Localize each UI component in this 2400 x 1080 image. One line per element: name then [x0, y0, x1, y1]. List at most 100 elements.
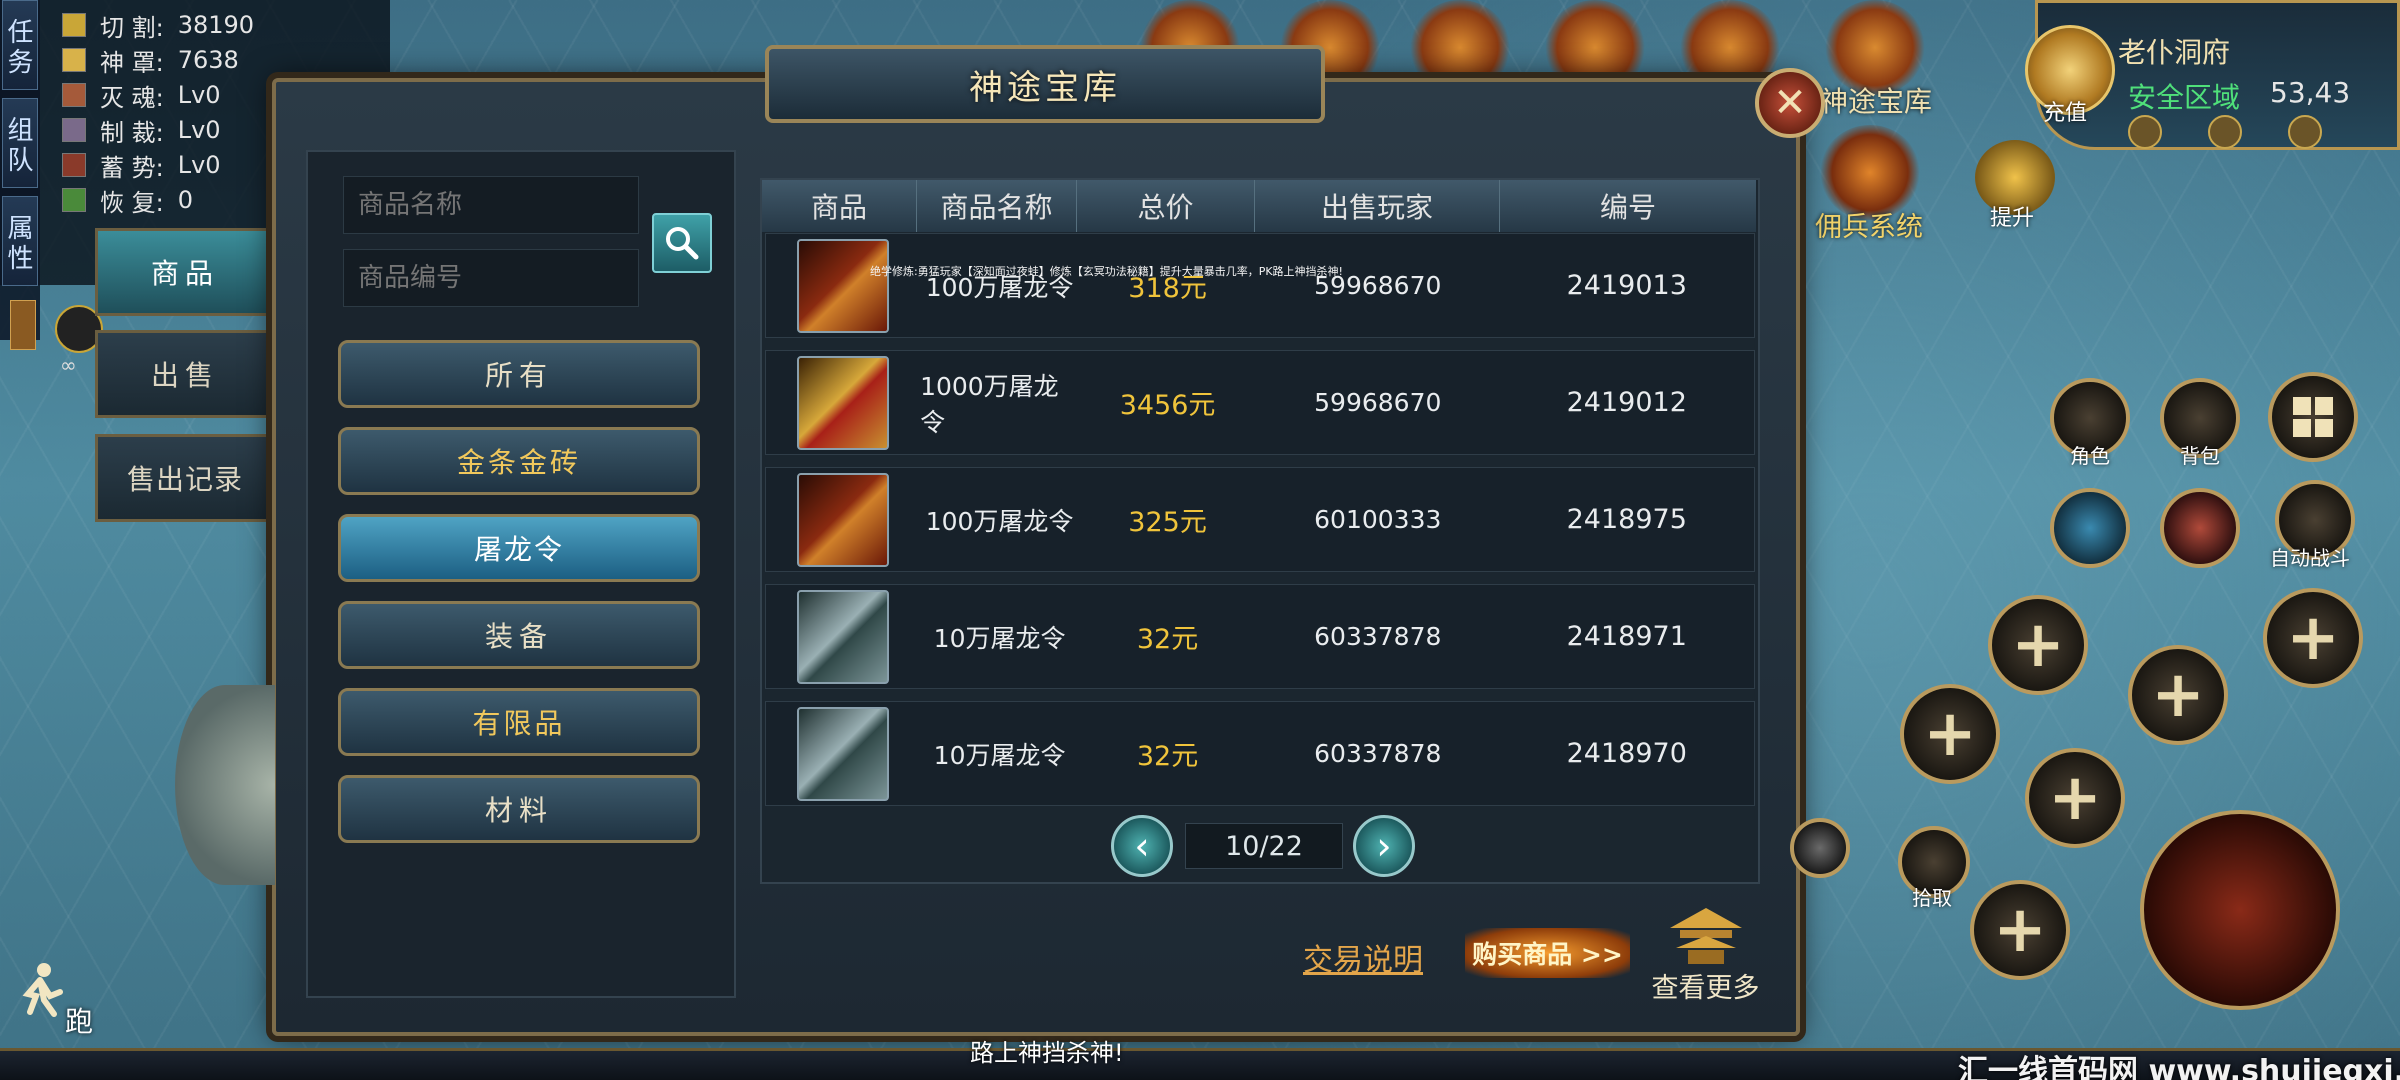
category-gold-bars[interactable]: 金条金砖 [338, 427, 700, 495]
stat-icon [62, 13, 86, 37]
table-row[interactable]: 10万屠龙令 32元 60337878 2418971 [765, 584, 1755, 689]
table-row[interactable]: 10万屠龙令 32元 60337878 2418970 [765, 701, 1755, 806]
search-button[interactable] [652, 213, 712, 273]
view-more-label: 查看更多 [1651, 973, 1760, 1004]
tab-sell[interactable]: 出售 [95, 330, 275, 418]
joystick-base[interactable] [175, 685, 275, 885]
stat-icon [62, 118, 86, 142]
page-indicator: 10/22 [1185, 823, 1343, 869]
listing-id: 2418970 [1566, 738, 1687, 769]
stat-row: 灭 魂: Lv0 [62, 78, 221, 112]
gold-dragon-token-icon [797, 355, 890, 450]
skill-slot[interactable] [2160, 488, 2240, 568]
silver-dragon-token-icon [797, 706, 890, 801]
item-price: 3456元 [1119, 390, 1216, 421]
pickup-label: 拾取 [1912, 886, 1952, 910]
trade-info-link[interactable]: 交易说明 [1303, 935, 1423, 979]
table-row[interactable]: 100万屠龙令 325元 60100333 2418975 [765, 467, 1755, 572]
item-price: 32元 [1136, 741, 1199, 772]
empty-skill-slot[interactable]: + [2128, 645, 2228, 745]
category-all[interactable]: 所有 [338, 340, 700, 408]
column-header: 出售玩家 [1255, 180, 1500, 232]
item-price: 318元 [1128, 273, 1207, 304]
buy-item-button[interactable]: 购买商品 >> [1465, 928, 1630, 978]
menu-grid-button[interactable] [2268, 372, 2358, 462]
medal-icon[interactable] [2128, 115, 2162, 149]
item-name-input[interactable] [343, 176, 639, 234]
empty-skill-slot[interactable]: + [1900, 684, 2000, 784]
skill-slot[interactable] [2050, 488, 2130, 568]
collapse-arrow-icon[interactable] [10, 300, 36, 350]
table-row[interactable]: 100万屠龙令 318元 59968670 2419013 [765, 233, 1755, 338]
stat-value: Lv0 [177, 81, 221, 109]
tab-sold-records[interactable]: 售出记录 [95, 434, 275, 522]
plus-icon: + [2011, 608, 2065, 682]
left-side-tabs: 任务 组队 属性 [0, 0, 40, 340]
attack-button[interactable] [2140, 810, 2340, 1010]
stat-icon [62, 83, 86, 107]
column-header: 总价 [1077, 180, 1255, 232]
chat-preview: 路上神挡杀神! [970, 1039, 1124, 1067]
map-name: 老仆洞府 [2118, 36, 2231, 69]
mail-icon[interactable] [2208, 115, 2242, 149]
stat-row: 制 裁: Lv0 [62, 113, 221, 147]
gear-icon[interactable] [2288, 115, 2322, 149]
bag-label: 背包 [2180, 444, 2220, 468]
stat-value: 0 [177, 186, 193, 214]
stat-label: 蓄 势: [100, 153, 164, 182]
listing-id: 2418975 [1566, 504, 1687, 535]
view-more-button[interactable]: 查看更多 [1648, 895, 1763, 1005]
stat-label: 切 割: [100, 13, 164, 42]
stat-label: 恢 复: [100, 188, 164, 217]
window-title: 神途宝库 [765, 45, 1325, 123]
character-label: 角色 [2070, 444, 2110, 468]
empty-skill-slot[interactable]: + [2025, 748, 2125, 848]
listing-id: 2419013 [1566, 270, 1687, 301]
plus-icon: + [2286, 601, 2340, 675]
empty-skill-slot[interactable]: + [1988, 595, 2088, 695]
empty-skill-slot[interactable]: + [1970, 880, 2070, 980]
next-page-button[interactable]: › [1353, 815, 1415, 877]
close-button[interactable]: ✕ [1755, 68, 1825, 138]
stat-row: 蓄 势: Lv0 [62, 148, 221, 182]
category-equipment[interactable]: 装备 [338, 601, 700, 669]
item-name: 100万屠龙令 [925, 506, 1074, 536]
red-dragon-token-icon [797, 472, 890, 567]
plus-icon: + [2048, 761, 2102, 835]
seller-id: 60337878 [1314, 622, 1442, 651]
tab-team[interactable]: 组队 [2, 98, 38, 188]
category-materials[interactable]: 材料 [338, 775, 700, 843]
column-header: 商品名称 [917, 180, 1077, 232]
stat-value: 38190 [177, 11, 255, 39]
tab-goods[interactable]: 商品 [95, 228, 275, 316]
stat-label: 神 罩: [100, 48, 164, 77]
pagoda-icon [1669, 908, 1742, 964]
tab-attributes[interactable]: 属性 [2, 196, 38, 286]
search-icon [666, 227, 699, 260]
stat-icon [62, 48, 86, 72]
prev-page-button[interactable]: ‹ [1111, 815, 1173, 877]
run-label: 跑 [65, 1005, 94, 1038]
item-id-input[interactable] [343, 249, 639, 307]
category-limited[interactable]: 有限品 [338, 688, 700, 756]
stat-label: 灭 魂: [100, 83, 164, 112]
coordinates: 53,43 [2270, 76, 2351, 109]
plus-icon: + [1923, 697, 1977, 771]
treasury-label: 神途宝库 [1820, 85, 1933, 118]
table-row[interactable]: 1000万屠龙令 3456元 59968670 2419012 [765, 350, 1755, 455]
infinity-label: ∞ [60, 353, 77, 377]
tab-task[interactable]: 任务 [2, 0, 38, 90]
item-price: 325元 [1128, 507, 1207, 538]
stat-icon [62, 188, 86, 212]
category-dragon-token[interactable]: 屠龙令 [338, 514, 700, 582]
stat-row: 神 罩: 7638 [62, 43, 239, 77]
target-lock-button[interactable] [1790, 818, 1850, 878]
upgrade-label: 提升 [1990, 206, 2035, 231]
stat-value: 7638 [177, 46, 239, 74]
column-header: 编号 [1599, 191, 1656, 224]
empty-skill-slot[interactable]: + [2263, 588, 2363, 688]
stat-row: 切 割: 38190 [62, 8, 254, 42]
stat-label: 制 裁: [100, 118, 164, 147]
zone-status: 安全区域 [2128, 81, 2241, 114]
listing-id: 2419012 [1566, 387, 1687, 418]
